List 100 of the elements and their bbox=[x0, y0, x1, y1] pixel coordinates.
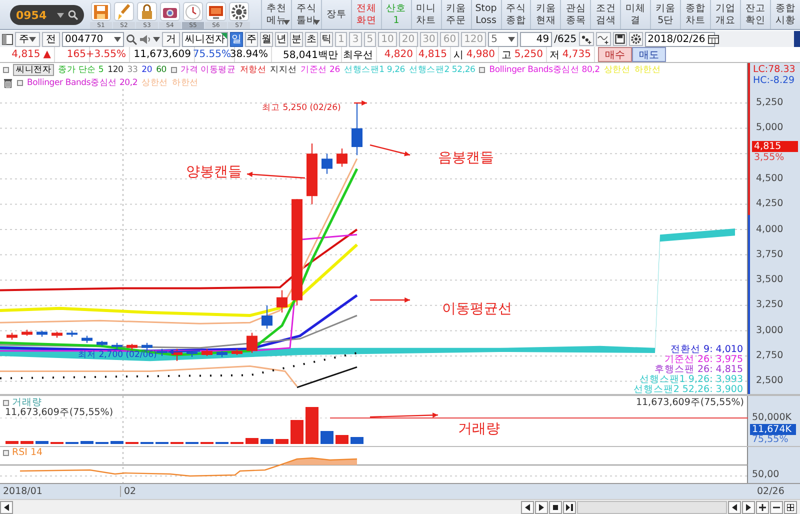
indicator-value: 후행스팬 26: 4,815 bbox=[654, 365, 743, 375]
candle bbox=[322, 153, 332, 174]
volume-total: 11,673,609주(75,55%) bbox=[636, 396, 744, 409]
skip-end-button[interactable] bbox=[563, 501, 576, 514]
market-dropdown[interactable]: 주 bbox=[15, 32, 40, 46]
caret-icon[interactable] bbox=[29, 36, 36, 42]
period-tab[interactable]: 분 bbox=[290, 32, 303, 46]
menu-button[interactable]: 전체 화면 bbox=[350, 0, 381, 29]
mode-button[interactable]: 전 bbox=[42, 32, 60, 46]
name-search-button[interactable]: 거 bbox=[162, 32, 180, 46]
arrow bbox=[370, 297, 410, 303]
sell-button[interactable]: 매도 bbox=[632, 47, 666, 62]
menu-button[interactable]: 추천 메뉴 bbox=[261, 0, 291, 29]
volume-bar bbox=[276, 439, 288, 444]
menu-button[interactable]: 미니 차트 bbox=[410, 0, 441, 29]
clock-button[interactable] bbox=[183, 2, 203, 21]
volume-bar bbox=[336, 435, 348, 444]
stock-name-field[interactable]: 씨니전자 bbox=[182, 32, 228, 46]
axis-tick-label: 2,500 bbox=[756, 375, 784, 386]
save-button[interactable] bbox=[91, 2, 111, 21]
search-icon[interactable] bbox=[126, 34, 137, 44]
menu-button[interactable]: 키움 현재 bbox=[530, 0, 560, 29]
menu-button[interactable]: 관심 종목 bbox=[560, 0, 590, 29]
caret-icon[interactable] bbox=[57, 12, 64, 18]
stock-name-button[interactable]: 씨니전자 bbox=[13, 64, 54, 76]
step-dropdown[interactable]: 5 bbox=[488, 32, 518, 46]
caret-icon[interactable] bbox=[282, 20, 290, 25]
stock-code-field[interactable]: 0954 bbox=[10, 5, 84, 25]
menu-button[interactable]: 주식 종합 bbox=[500, 0, 530, 29]
left-arrow-button[interactable] bbox=[521, 501, 534, 514]
legend-label: 기준선 26 bbox=[300, 64, 340, 76]
left-arrow-button[interactable] bbox=[0, 501, 13, 514]
low-label: 저 bbox=[549, 48, 560, 62]
grid-button[interactable] bbox=[784, 501, 797, 514]
menu-button[interactable]: 종합 시황 bbox=[770, 0, 800, 29]
line-tool-icon[interactable] bbox=[596, 32, 611, 46]
candle bbox=[216, 350, 228, 358]
code-input-field[interactable]: 004770 bbox=[62, 32, 124, 46]
period-tab[interactable]: 월 bbox=[260, 32, 273, 46]
save-icon[interactable] bbox=[612, 32, 627, 46]
scatter-tool-icon[interactable] bbox=[578, 32, 594, 46]
menu-button[interactable]: 키움 5단 bbox=[650, 0, 680, 29]
volume-total: 11,673,609주(75,55%) bbox=[5, 406, 114, 419]
caret-icon[interactable] bbox=[114, 36, 121, 42]
caret-icon[interactable] bbox=[153, 36, 160, 42]
menu-button[interactable]: 주식 툴바 bbox=[290, 0, 321, 29]
menu-button[interactable]: 조건 검색 bbox=[590, 0, 620, 29]
volume-bar bbox=[6, 441, 18, 444]
period-tab[interactable]: 일 bbox=[230, 32, 243, 46]
period-tab[interactable]: 년 bbox=[275, 32, 288, 46]
speaker-icon[interactable] bbox=[139, 34, 151, 44]
left-arrow-button[interactable] bbox=[728, 501, 741, 514]
scrollbar-thumb[interactable] bbox=[794, 31, 800, 47]
legend-label: 종가 단순 5 bbox=[58, 64, 104, 76]
menu-button[interactable]: 장투 bbox=[320, 0, 351, 29]
menu-button[interactable]: 기업 개요 bbox=[710, 0, 740, 29]
legend-label: 하한선 bbox=[172, 76, 198, 88]
candle bbox=[82, 335, 92, 344]
axis-tick-label: 5,250 bbox=[756, 97, 784, 108]
menu-button[interactable]: 잔고 확인 bbox=[740, 0, 770, 29]
stop-button[interactable] bbox=[549, 501, 562, 514]
panel-title: 거래량 bbox=[12, 396, 42, 408]
period-tab[interactable]: 주 bbox=[245, 32, 258, 46]
zoom-in-button[interactable] bbox=[756, 501, 769, 514]
zoom-out-button[interactable] bbox=[770, 501, 783, 514]
buy-button[interactable]: 매수 bbox=[598, 47, 632, 62]
settings-icon[interactable] bbox=[628, 32, 643, 46]
legend-label: Bollinger Bands중심선 80,2 bbox=[489, 64, 600, 76]
corner-icon bbox=[221, 32, 227, 38]
turnover-rate: 75.55% bbox=[192, 49, 231, 60]
right-arrow-button[interactable] bbox=[535, 501, 548, 514]
settings-button[interactable] bbox=[229, 2, 249, 21]
count-input-field[interactable]: 49 bbox=[520, 32, 552, 46]
date-label: 2018/01 bbox=[2, 486, 44, 497]
search-icon[interactable] bbox=[68, 10, 78, 20]
brush-button[interactable] bbox=[114, 2, 134, 21]
total-count: /625 bbox=[554, 34, 577, 44]
monitor-button[interactable] bbox=[206, 2, 226, 21]
candle bbox=[262, 304, 272, 330]
lock-button[interactable] bbox=[137, 2, 157, 21]
up-arrow-icon: ▲ bbox=[43, 49, 51, 60]
menu-button[interactable]: 키움 주문 bbox=[440, 0, 471, 29]
right-arrow-button[interactable] bbox=[742, 501, 755, 514]
menu-button[interactable]: 종합 차트 bbox=[680, 0, 710, 29]
trash-icon[interactable] bbox=[3, 77, 13, 88]
window-icon[interactable] bbox=[2, 34, 13, 44]
period-tab[interactable]: 틱 bbox=[320, 32, 333, 46]
axis-tick-label: 4,000 bbox=[756, 224, 784, 234]
arrow bbox=[370, 144, 410, 156]
menu-button[interactable]: Stop Loss bbox=[470, 0, 500, 29]
axis-tick-label: 3,750 bbox=[756, 248, 784, 260]
period-tab[interactable]: 초 bbox=[305, 32, 318, 46]
menu-button[interactable]: 미체 결 bbox=[620, 0, 650, 29]
candle bbox=[22, 329, 32, 336]
right-arrow-icon bbox=[538, 504, 545, 511]
calendar-icon[interactable] bbox=[708, 34, 720, 44]
axis-tick-label: 4,250 bbox=[756, 198, 784, 210]
camera-button[interactable] bbox=[160, 2, 180, 21]
caret-icon[interactable] bbox=[508, 36, 516, 42]
candle bbox=[336, 148, 348, 168]
